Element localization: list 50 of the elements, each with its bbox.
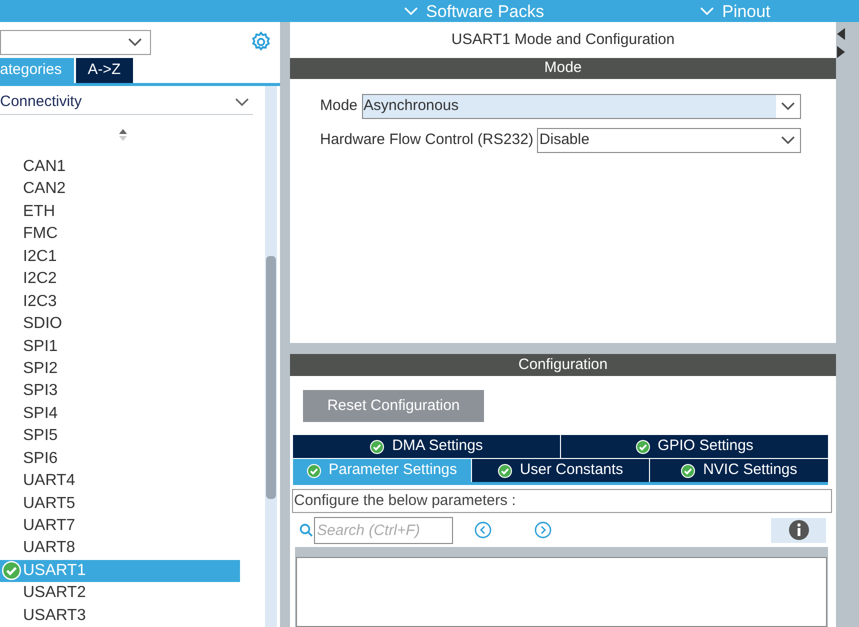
mode-select[interactable]: Asynchronous: [362, 94, 801, 119]
peripheral-item[interactable]: FMC: [0, 223, 240, 246]
peripheral-item[interactable]: CAN2: [0, 178, 240, 201]
mode-select[interactable]: Disable: [537, 128, 801, 153]
scrollbar-thumb[interactable]: [266, 256, 276, 499]
settings-tab[interactable]: DMA Settings: [293, 435, 560, 458]
field-label: Mode: [320, 96, 358, 116]
chevron-down-icon: [700, 6, 714, 16]
peripheral-item[interactable]: USART2: [0, 582, 240, 605]
peripheral-item[interactable]: SPI6: [0, 448, 240, 470]
settings-icon[interactable]: [250, 31, 272, 53]
filter-dropdown[interactable]: [0, 30, 151, 54]
peripheral-item[interactable]: I2C1: [0, 246, 240, 268]
peripheral-item[interactable]: UART4: [0, 470, 240, 492]
description-text: Configure the below parameters :: [292, 489, 832, 513]
section-header: Mode: [290, 58, 836, 79]
chevron-icon: [235, 98, 249, 108]
view-tab[interactable]: A->Z: [76, 58, 133, 83]
peripheral-item[interactable]: USART3: [0, 604, 240, 627]
previous-icon[interactable]: [474, 521, 492, 539]
settings-tab[interactable]: User Constants: [472, 459, 650, 482]
peripheral-item[interactable]: SPI2: [0, 358, 240, 380]
peripheral-item[interactable]: I2C2: [0, 268, 240, 290]
panel-title: USART1 Mode and Configuration: [450, 30, 676, 50]
category-header[interactable]: Connectivity: [0, 91, 253, 116]
settings-tab[interactable]: NVIC Settings: [650, 459, 828, 482]
peripheral-item[interactable]: I2C3: [0, 290, 240, 313]
search-icon: [299, 523, 313, 537]
peripheral-item[interactable]: SDIO: [0, 312, 240, 336]
chevron-down-icon: [404, 6, 418, 16]
peripheral-item[interactable]: SPI3: [0, 380, 240, 403]
sort-icon[interactable]: [118, 128, 128, 142]
section-header: Configuration: [290, 354, 836, 376]
peripheral-item[interactable]: SPI1: [0, 335, 240, 358]
chevron-down-icon: [781, 102, 795, 111]
info-icon: [788, 520, 808, 540]
peripheral-item[interactable]: SPI5: [0, 425, 240, 448]
chevron-down-icon: [781, 136, 795, 145]
peripheral-item[interactable]: UART7: [0, 514, 240, 538]
peripheral-item[interactable]: UART5: [0, 492, 240, 515]
search-field[interactable]: Search (Ctrl+F): [314, 516, 453, 544]
peripheral-item[interactable]: CAN1: [0, 156, 240, 178]
next-icon[interactable]: [534, 521, 552, 539]
field-label: Hardware Flow Control (RS232): [320, 130, 534, 150]
chevron-down-icon: [128, 38, 142, 46]
settings-tab[interactable]: GPIO Settings: [561, 435, 828, 458]
peripheral-item[interactable]: ETH: [0, 200, 240, 224]
info-button[interactable]: [771, 518, 826, 542]
peripheral-item[interactable]: SPI4: [0, 402, 240, 426]
peripheral-item[interactable]: UART8: [0, 537, 240, 560]
